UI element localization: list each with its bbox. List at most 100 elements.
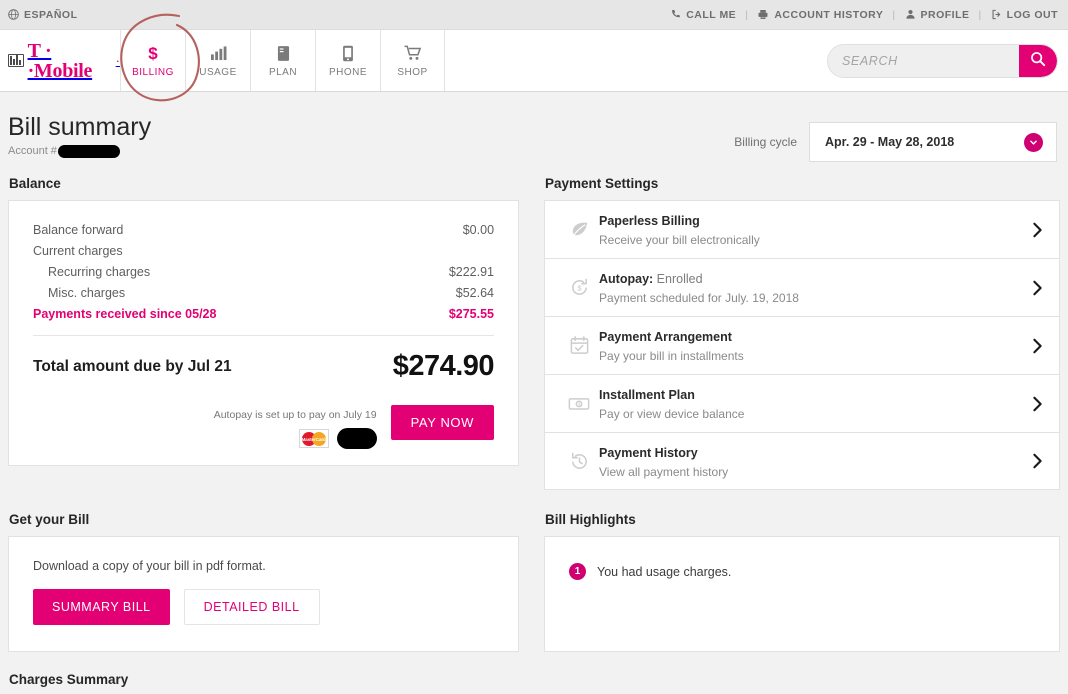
setting-title: Payment Arrangement bbox=[599, 330, 732, 344]
setting-subtitle: View all payment history bbox=[599, 464, 729, 479]
left-column: Balance Balance forward $0.00 Current ch… bbox=[8, 176, 520, 490]
nav-item-plan[interactable]: PLAN bbox=[250, 30, 315, 91]
espanol-label: ESPAÑOL bbox=[24, 8, 78, 21]
right-column: Payment Settings Paperless Billing Recei… bbox=[544, 176, 1060, 490]
nav-items: $ BILLING USAGE PLAN PHONE SHOP bbox=[120, 30, 445, 91]
setting-text: Payment History View all payment history bbox=[599, 444, 1032, 479]
detailed-bill-button[interactable]: DETAILED BILL bbox=[183, 589, 320, 625]
main-columns: Balance Balance forward $0.00 Current ch… bbox=[8, 176, 1060, 490]
autopay-area: Autopay is set up to pay on July 19 Mast… bbox=[33, 405, 495, 449]
nav-label-shop: SHOP bbox=[397, 66, 428, 78]
setting-text: Payment Arrangement Pay your bill in ins… bbox=[599, 328, 1032, 363]
account-number-redacted bbox=[57, 144, 120, 158]
logo-area: T · ·Mobile · bbox=[0, 30, 120, 91]
chevron-right-icon[interactable] bbox=[1032, 222, 1043, 238]
autopay-note: Autopay is set up to pay on July 19 bbox=[213, 409, 377, 421]
balance-row: Recurring charges $222.91 bbox=[33, 261, 494, 282]
setting-row-payment-history[interactable]: Payment History View all payment history bbox=[544, 432, 1060, 490]
autopay-info: Autopay is set up to pay on July 19 Mast… bbox=[214, 405, 377, 449]
setting-subtitle: Pay or view device balance bbox=[599, 407, 745, 421]
balance-section-title: Balance bbox=[9, 176, 61, 191]
get-bill-column: Get your Bill Download a copy of your bi… bbox=[8, 512, 520, 652]
nav-item-shop[interactable]: SHOP bbox=[380, 30, 445, 91]
chevron-down-icon[interactable] bbox=[1024, 132, 1043, 152]
setting-subtitle: Pay your bill in installments bbox=[599, 349, 744, 363]
highlight-badge: 1 bbox=[569, 563, 587, 580]
balance-row: Current charges bbox=[33, 240, 494, 261]
balance-row-amount: $275.55 bbox=[448, 306, 495, 321]
balance-row-amount: $222.91 bbox=[448, 264, 495, 279]
logout-icon bbox=[991, 9, 1002, 20]
bottom-row: Get your Bill Download a copy of your bi… bbox=[8, 512, 1060, 652]
chevron-right-icon[interactable] bbox=[1032, 396, 1043, 412]
pay-now-button[interactable]: PAY NOW bbox=[390, 405, 495, 440]
account-history-link[interactable]: ACCOUNT HISTORY bbox=[757, 9, 883, 21]
account-label: Account # bbox=[8, 145, 57, 157]
svg-text:$: $ bbox=[577, 402, 580, 408]
setting-title-main: Installment Plan bbox=[599, 388, 695, 402]
nav-item-phone[interactable]: PHONE bbox=[315, 30, 380, 91]
page-title: Bill summary bbox=[8, 113, 152, 141]
search-box[interactable] bbox=[827, 43, 1058, 78]
setting-subtitle: Receive your bill electronically bbox=[599, 233, 760, 247]
setting-row-payment-arrangement[interactable]: Payment Arrangement Pay your bill in ins… bbox=[544, 316, 1060, 374]
espanol-link[interactable]: ESPAÑOL bbox=[8, 9, 77, 21]
account-history-label: ACCOUNT HISTORY bbox=[774, 8, 884, 21]
get-bill-section-title: Get your Bill bbox=[9, 512, 90, 527]
total-due-amount: $274.90 bbox=[392, 350, 495, 382]
tmobile-wordmark: T · ·Mobile bbox=[27, 39, 93, 82]
profile-link[interactable]: PROFILE bbox=[905, 9, 970, 21]
payment-settings-section-title: Payment Settings bbox=[545, 176, 659, 191]
banknote-icon: $ bbox=[559, 393, 599, 414]
setting-title: Installment Plan bbox=[599, 388, 695, 402]
payment-settings-list: Paperless Billing Receive your bill elec… bbox=[544, 200, 1060, 490]
billing-cycle-value: Apr. 29 - May 28, 2018 bbox=[825, 135, 955, 149]
summary-bill-button[interactable]: SUMMARY BILL bbox=[33, 589, 170, 625]
search-icon bbox=[1030, 51, 1046, 70]
utility-left-group: ESPAÑOL bbox=[8, 9, 77, 21]
setting-row-installment-plan[interactable]: $ Installment Plan Pay or view device ba… bbox=[544, 374, 1060, 432]
nav-item-billing[interactable]: $ BILLING bbox=[120, 30, 185, 91]
main-navigation: T · ·Mobile · $ BILLING USAGE PLAN PHONE bbox=[0, 30, 1068, 92]
person-icon bbox=[905, 9, 916, 20]
balance-card: Balance forward $0.00 Current charges Re… bbox=[8, 200, 520, 466]
setting-row-paperless-billing[interactable]: Paperless Billing Receive your bill elec… bbox=[544, 200, 1060, 258]
billing-cycle-select[interactable]: Apr. 29 - May 28, 2018 bbox=[809, 122, 1057, 162]
billing-cycle-group: Billing cycle Apr. 29 - May 28, 2018 bbox=[734, 114, 1060, 162]
log-out-link[interactable]: LOG OUT bbox=[991, 9, 1058, 21]
call-me-label: CALL ME bbox=[686, 8, 737, 21]
payment-method-redacted bbox=[336, 428, 377, 449]
nav-item-usage[interactable]: USAGE bbox=[185, 30, 250, 91]
utility-separator: | bbox=[978, 8, 982, 21]
nav-label-phone: PHONE bbox=[328, 66, 368, 78]
highlight-item: 1 You had usage charges. bbox=[569, 563, 1035, 580]
shopping-cart-icon bbox=[404, 44, 422, 63]
tmobile-logo[interactable]: T · ·Mobile · bbox=[8, 41, 120, 81]
setting-title: Payment History bbox=[599, 446, 698, 460]
chevron-right-icon[interactable] bbox=[1032, 280, 1043, 296]
search-input[interactable] bbox=[828, 44, 1019, 77]
profile-label: PROFILE bbox=[920, 8, 970, 21]
get-bill-buttons: SUMMARY BILL DETAILED BILL bbox=[33, 589, 494, 625]
log-out-label: LOG OUT bbox=[1006, 8, 1058, 21]
account-line: Account # bbox=[8, 144, 151, 158]
balance-row-amount: $0.00 bbox=[462, 222, 495, 237]
clock-history-icon bbox=[559, 451, 599, 472]
balance-divider bbox=[33, 335, 495, 336]
call-me-link[interactable]: CALL ME bbox=[670, 9, 736, 21]
setting-title-main: Autopay: bbox=[599, 272, 654, 286]
setting-subtitle: Payment scheduled for July. 19, 2018 bbox=[599, 291, 799, 305]
phone-icon bbox=[670, 9, 681, 20]
setting-row-autopay[interactable]: $ Autopay: Enrolled Payment scheduled fo… bbox=[544, 258, 1060, 316]
setting-title: Autopay: Enrolled bbox=[599, 272, 703, 286]
chevron-right-icon[interactable] bbox=[1032, 453, 1043, 469]
utility-separator: | bbox=[745, 8, 749, 21]
billing-cycle-label: Billing cycle bbox=[734, 135, 797, 149]
bill-highlights-card: 1 You had usage charges. bbox=[544, 536, 1060, 652]
total-due-row: Total amount due by Jul 21 $274.90 bbox=[33, 350, 495, 383]
leaf-icon bbox=[559, 219, 599, 240]
setting-title-main: Payment Arrangement bbox=[599, 330, 732, 344]
search-button[interactable] bbox=[1019, 44, 1057, 77]
chevron-right-icon[interactable] bbox=[1032, 338, 1043, 354]
